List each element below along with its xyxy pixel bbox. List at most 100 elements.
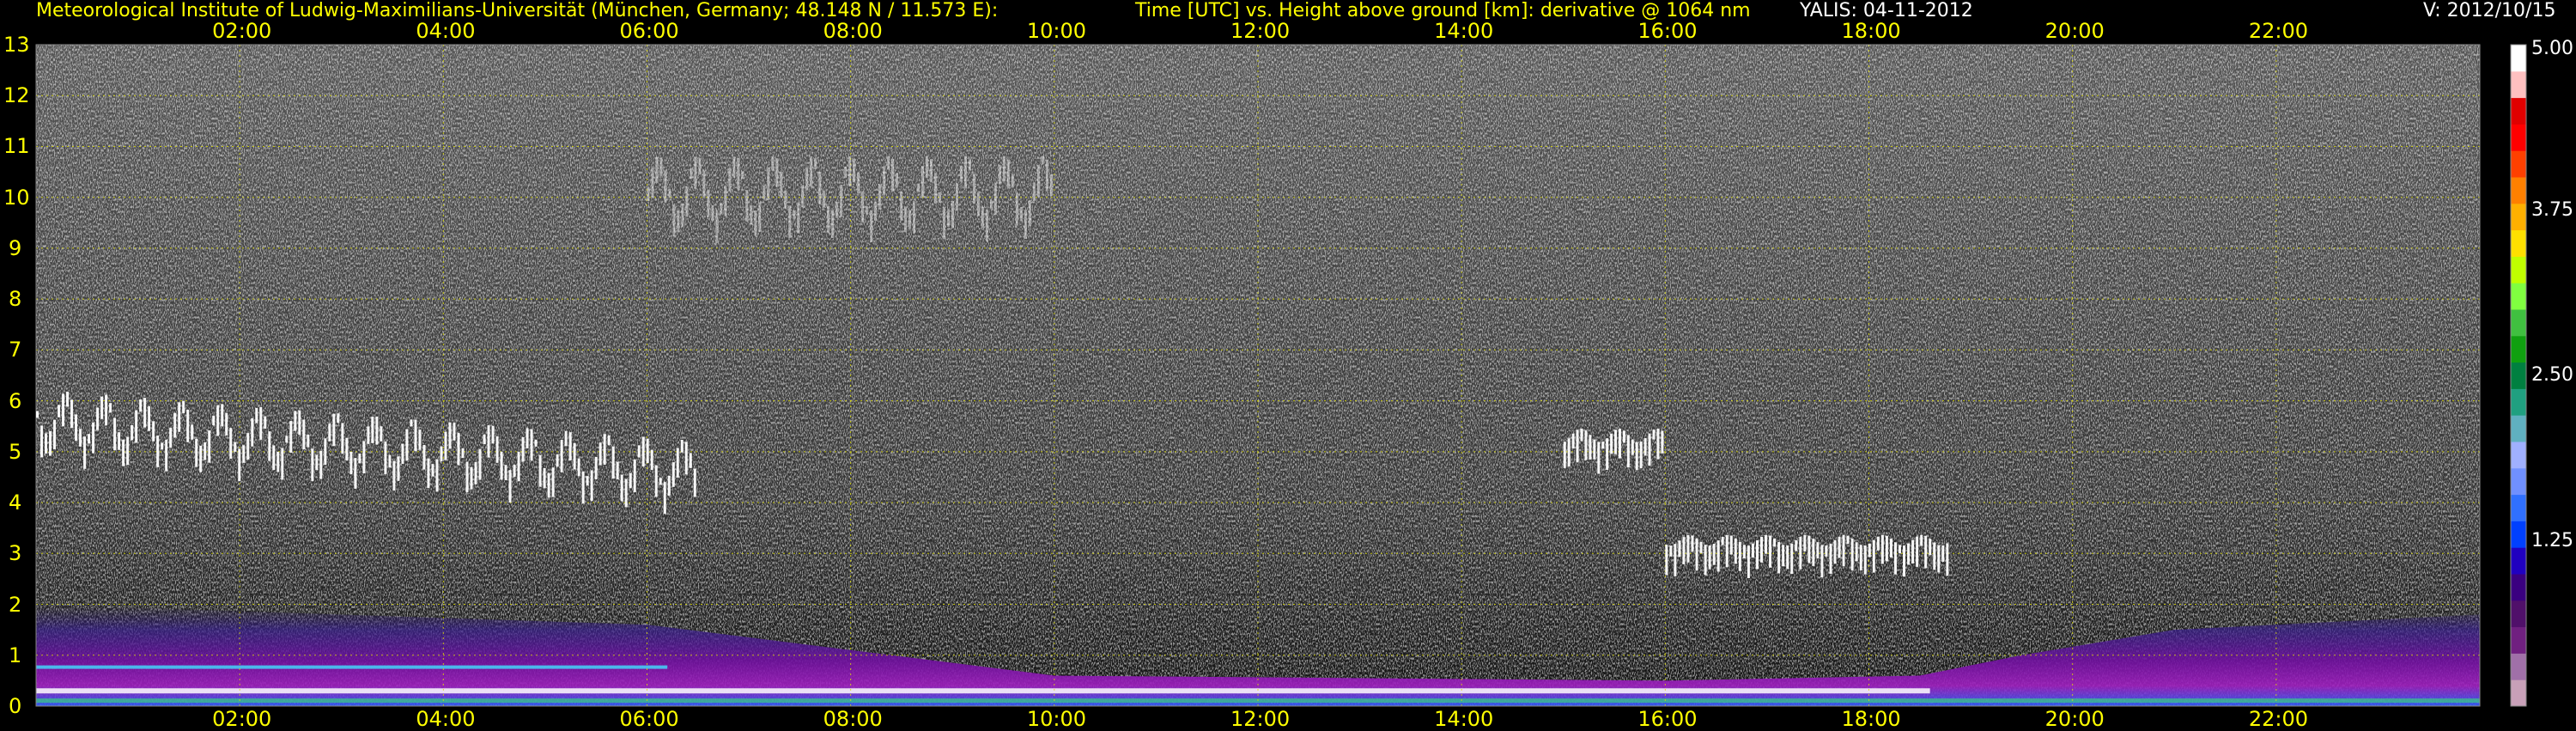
cloud-streak xyxy=(264,416,267,429)
colorbar-segment xyxy=(2511,415,2526,442)
cloud-streak xyxy=(1019,207,1023,222)
cloud-streak xyxy=(148,406,151,431)
cloud-streak xyxy=(66,391,70,407)
x-tick-label-bottom: 10:00 xyxy=(1026,707,1086,731)
cloud-streak xyxy=(934,173,938,204)
cloud-streak xyxy=(427,458,430,489)
cloud-streak xyxy=(671,462,675,487)
cloud-streak xyxy=(664,170,667,203)
cloud-streak xyxy=(92,422,95,454)
cloud-streak xyxy=(1563,442,1566,468)
cloud-streak xyxy=(989,200,993,209)
cloud-streak xyxy=(659,157,663,177)
cloud-streak xyxy=(1812,538,1815,566)
cloud-streak xyxy=(1036,164,1040,198)
cloud-streak xyxy=(870,210,873,243)
cloud-streak xyxy=(384,441,387,474)
cloud-streak xyxy=(690,168,693,180)
cloud-streak xyxy=(900,192,903,221)
cloud-streak xyxy=(272,445,276,471)
cloud-streak xyxy=(246,433,250,460)
colorbar-segment xyxy=(2511,229,2526,257)
cloud-streak xyxy=(182,400,185,414)
cloud-streak xyxy=(556,454,559,467)
y-tick-label: 0 xyxy=(9,694,22,718)
cloud-streak xyxy=(397,456,400,481)
cloud-streak xyxy=(1803,534,1807,551)
y-tick-label: 11 xyxy=(3,134,30,159)
cloud-streak xyxy=(1576,429,1579,463)
cloud-streak xyxy=(1765,534,1768,554)
cloud-streak xyxy=(58,405,61,417)
cloud-streak xyxy=(1597,442,1601,474)
cloud-streak xyxy=(844,166,848,179)
cloud-streak xyxy=(1002,155,1005,182)
x-tick-label-top: 14:00 xyxy=(1434,19,1494,43)
colorbar-segment xyxy=(2511,45,2526,72)
x-tick-label-bottom: 06:00 xyxy=(619,707,679,731)
cloud-streak xyxy=(835,202,839,218)
cloud-streak xyxy=(126,436,130,466)
colorbar-segment xyxy=(2511,256,2526,283)
cloud-streak xyxy=(1045,159,1048,192)
cloud-streak xyxy=(1846,535,1850,545)
cloud-streak xyxy=(1015,192,1018,226)
colorbar-segment xyxy=(2511,335,2526,363)
cloud-streak xyxy=(495,436,499,463)
y-tick-label: 12 xyxy=(3,83,30,108)
y-tick-label: 10 xyxy=(3,185,30,210)
cloud-streak xyxy=(49,430,52,456)
cloud-streak xyxy=(1601,442,1605,449)
colorbar-segment xyxy=(2511,362,2526,389)
cloud-streak xyxy=(392,460,396,491)
cloud-streak xyxy=(866,206,869,215)
cloud-streak xyxy=(470,466,473,490)
colorbar-segment xyxy=(2511,97,2526,125)
cloud-streak xyxy=(491,425,495,444)
cloud-streak xyxy=(165,439,168,472)
cloud-streak xyxy=(62,393,65,427)
x-tick-label-top: 08:00 xyxy=(823,19,883,43)
cloud-streak xyxy=(418,429,422,450)
cloud-streak xyxy=(161,442,164,450)
cloud-streak xyxy=(1567,438,1571,467)
cloud-streak xyxy=(926,155,929,178)
cloud-streak xyxy=(598,442,602,466)
cloud-streak xyxy=(1580,428,1583,442)
cloud-streak xyxy=(1704,545,1707,576)
cloud-streak xyxy=(551,467,555,497)
cloud-streak xyxy=(1782,545,1785,567)
cloud-streak xyxy=(328,423,331,442)
cloud-streak xyxy=(947,210,951,228)
y-tick-label: 2 xyxy=(9,592,22,617)
cloud-streak xyxy=(676,448,679,478)
cloud-streak xyxy=(711,204,714,222)
cloud-streak xyxy=(1734,538,1737,564)
cloud-streak xyxy=(1716,540,1720,572)
cloud-streak xyxy=(173,412,177,438)
cloud-streak xyxy=(707,189,710,217)
cloud-streak xyxy=(1691,535,1694,552)
cloud-streak xyxy=(1799,536,1802,570)
cloud-streak xyxy=(1755,539,1759,570)
colorbar-segment xyxy=(2511,388,2526,416)
cloud-streak xyxy=(1855,542,1858,562)
cloud-streak xyxy=(629,472,632,489)
cloud-streak xyxy=(955,183,958,211)
cloud-streak xyxy=(985,210,988,242)
cloud-streak xyxy=(1889,539,1893,558)
cloud-streak xyxy=(968,159,971,171)
cloud-streak xyxy=(959,165,963,182)
cloud-streak xyxy=(694,156,697,190)
cloud-streak xyxy=(255,407,258,423)
cloud-streak xyxy=(169,427,173,448)
cloud-streak xyxy=(939,192,942,204)
cloud-streak xyxy=(976,192,980,216)
cloud-streak xyxy=(981,206,984,228)
cloud-streak xyxy=(349,452,353,475)
cloud-streak xyxy=(1571,433,1575,449)
x-tick-label-top: 20:00 xyxy=(2044,19,2105,43)
cloud-streak xyxy=(1916,536,1919,567)
cloud-streak xyxy=(793,210,796,219)
aerosol-line-cyan xyxy=(36,665,668,669)
